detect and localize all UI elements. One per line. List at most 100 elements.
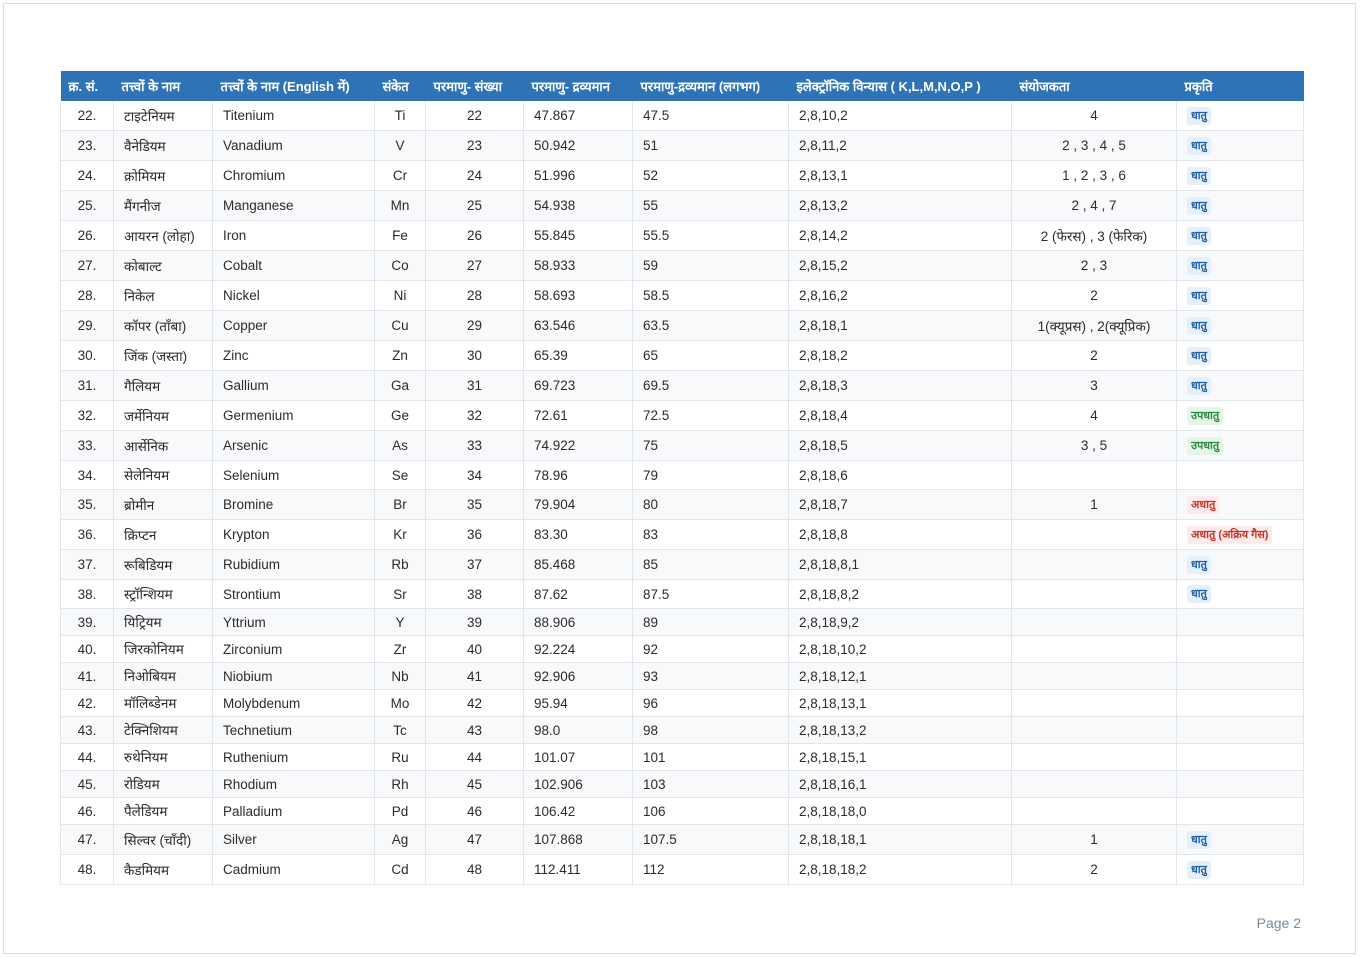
valency-cell: 3 [1011, 370, 1177, 401]
hindi-name-cell: मॉलिब्डेनम [113, 689, 213, 717]
electronic-config-cell: 2,8,18,13,1 [788, 689, 1012, 717]
hindi-name-cell: सिल्वर (चाँदी) [113, 824, 213, 855]
electronic-config-cell: 2,8,18,13,2 [788, 716, 1012, 744]
nature-cell: धातु [1176, 280, 1304, 311]
serial-cell: 31. [60, 370, 114, 401]
nature-badge: धातु [1187, 166, 1211, 185]
nature-cell [1176, 460, 1304, 490]
atomic-number-cell: 34 [425, 460, 524, 490]
hindi-name-cell: आर्सेनिक [113, 430, 213, 461]
nature-cell [1176, 797, 1304, 825]
approx-mass-cell: 63.5 [632, 310, 789, 341]
nature-badge: धातु [1187, 585, 1211, 603]
english-name-cell: Cadmium [212, 854, 375, 885]
electronic-config-cell: 2,8,18,1 [788, 310, 1012, 341]
hindi-name-cell: मैंगनीज [113, 190, 213, 221]
table-row: 38. स्ट्रॉन्शियम Strontium Sr 38 87.62 87.5 2,8… [60, 579, 1304, 609]
hindi-name-cell: पैलेडियम [113, 797, 213, 825]
serial-cell: 46. [60, 797, 114, 825]
atomic-mass-cell: 98.0 [523, 716, 633, 744]
atomic-number-cell: 35 [425, 489, 524, 520]
electronic-config-cell: 2,8,18,2 [788, 340, 1012, 371]
approx-mass-cell: 83 [632, 519, 789, 550]
electronic-config-cell: 2,8,18,6 [788, 460, 1012, 490]
valency-cell [1011, 460, 1177, 490]
serial-cell: 38. [60, 579, 114, 609]
hindi-name-cell: यिट्रियम [113, 608, 213, 636]
atomic-number-cell: 26 [425, 220, 524, 251]
electronic-config-cell: 2,8,18,15,1 [788, 743, 1012, 771]
nature-badge: धातु [1187, 830, 1211, 849]
hindi-name-cell: कैडमियम [113, 854, 213, 885]
serial-cell: 28. [60, 280, 114, 311]
nature-cell [1176, 743, 1304, 771]
english-name-cell: Iron [212, 220, 375, 251]
approx-mass-cell: 92 [632, 635, 789, 663]
symbol-cell: Cu [374, 310, 426, 341]
nature-cell [1176, 770, 1304, 798]
english-name-cell: Molybdenum [212, 689, 375, 717]
table-row: 33. आर्सेनिक Arsenic As 33 74.922 75 2,8,18,5 3 … [60, 430, 1304, 461]
electronic-config-cell: 2,8,16,2 [788, 280, 1012, 311]
electronic-config-cell: 2,8,18,18,0 [788, 797, 1012, 825]
hindi-name-cell: गैलियम [113, 370, 213, 401]
serial-cell: 29. [60, 310, 114, 341]
serial-cell: 48. [60, 854, 114, 885]
english-name-cell: Rhodium [212, 770, 375, 798]
nature-cell: उपधातु [1176, 400, 1304, 431]
symbol-cell: Ti [374, 101, 426, 131]
serial-cell: 37. [60, 549, 114, 580]
electronic-config-cell: 2,8,18,3 [788, 370, 1012, 401]
atomic-mass-cell: 50.942 [523, 130, 633, 161]
atomic-mass-cell: 92.906 [523, 662, 633, 690]
approx-mass-cell: 101 [632, 743, 789, 771]
approx-mass-cell: 55 [632, 190, 789, 221]
nature-badge: धातु [1187, 860, 1211, 879]
symbol-cell: V [374, 130, 426, 161]
symbol-cell: Cd [374, 854, 426, 885]
symbol-cell: Ag [374, 824, 426, 855]
valency-cell: 4 [1011, 101, 1177, 131]
approx-mass-cell: 89 [632, 608, 789, 636]
nature-cell [1176, 689, 1304, 717]
nature-cell: धातु [1176, 370, 1304, 401]
nature-cell: धातु [1176, 824, 1304, 855]
atomic-number-cell: 39 [425, 608, 524, 636]
english-name-cell: Strontium [212, 579, 375, 609]
serial-cell: 24. [60, 160, 114, 191]
approx-mass-cell: 69.5 [632, 370, 789, 401]
atomic-mass-cell: 78.96 [523, 460, 633, 490]
valency-cell: 2 [1011, 280, 1177, 311]
nature-cell: धातु [1176, 310, 1304, 341]
atomic-number-cell: 42 [425, 689, 524, 717]
serial-cell: 41. [60, 662, 114, 690]
atomic-number-cell: 31 [425, 370, 524, 401]
electronic-config-cell: 2,8,18,8,1 [788, 549, 1012, 580]
hindi-name-cell: निकेल [113, 280, 213, 311]
symbol-cell: Zr [374, 635, 426, 663]
symbol-cell: Ni [374, 280, 426, 311]
serial-cell: 43. [60, 716, 114, 744]
atomic-mass-cell: 65.39 [523, 340, 633, 371]
nature-cell: धातु [1176, 190, 1304, 221]
nature-badge: धातु [1187, 226, 1211, 245]
table-row: 41. निओबियम Niobium Nb 41 92.906 93 2,8,18,12,1 [60, 662, 1304, 690]
valency-cell [1011, 770, 1177, 798]
english-name-cell: Krypton [212, 519, 375, 550]
symbol-cell: Fe [374, 220, 426, 251]
electronic-config-cell: 2,8,18,7 [788, 489, 1012, 520]
english-name-cell: Titenium [212, 101, 375, 131]
english-name-cell: Zinc [212, 340, 375, 371]
valency-cell [1011, 549, 1177, 580]
valency-cell: 4 [1011, 400, 1177, 431]
atomic-mass-cell: 95.94 [523, 689, 633, 717]
header-col-electronic-config: इलेक्ट्रॉनिक विन्यास ( K,L,M,N,O,P ) [788, 71, 1012, 101]
approx-mass-cell: 51 [632, 130, 789, 161]
atomic-mass-cell: 51.996 [523, 160, 633, 191]
nature-badge: उपधातु [1187, 436, 1224, 455]
nature-badge: धातु [1187, 136, 1211, 155]
serial-cell: 36. [60, 519, 114, 550]
valency-cell: 2 [1011, 340, 1177, 371]
symbol-cell: Mn [374, 190, 426, 221]
header-row: क्र. सं. तत्त्वों के नाम तत्त्वों के नाम (… [60, 71, 1304, 101]
